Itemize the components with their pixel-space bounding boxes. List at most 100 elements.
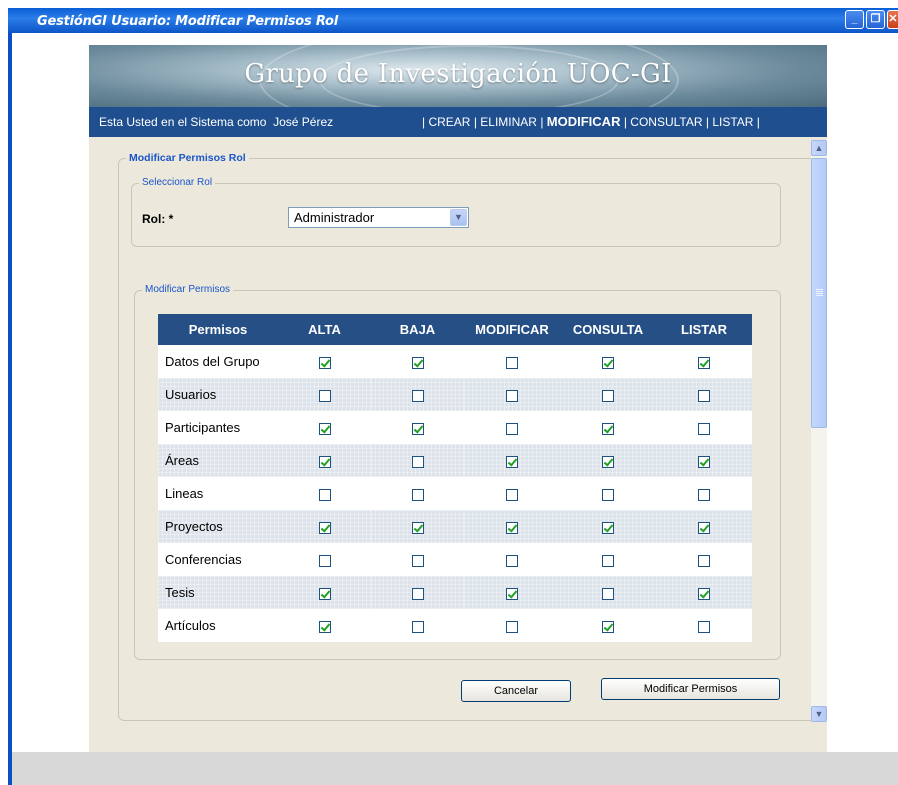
permission-cell-consulta [560, 510, 656, 543]
permission-cell-baja [371, 444, 464, 477]
checkbox-baja[interactable] [411, 422, 424, 435]
select-role-legend: Seleccionar Rol [139, 177, 216, 188]
checkbox-modificar[interactable] [506, 389, 518, 402]
checkbox-modificar[interactable] [506, 521, 518, 534]
nav-link-eliminar[interactable]: ELIMINAR [480, 115, 537, 129]
checkbox-listar[interactable] [698, 389, 710, 402]
checkbox-baja[interactable] [411, 620, 424, 633]
checkbox-consulta[interactable] [602, 455, 614, 468]
permission-cell-baja [371, 378, 464, 411]
col-header-consulta: CONSULTA [560, 314, 656, 345]
col-header-modificar: MODIFICAR [464, 314, 560, 345]
scroll-thumb[interactable] [811, 158, 827, 428]
checkbox-listar[interactable] [698, 587, 710, 600]
permission-cell-consulta [560, 411, 656, 444]
checkbox-alta[interactable] [318, 587, 331, 600]
checkbox-alta[interactable] [318, 455, 331, 468]
checkbox-baja[interactable] [411, 389, 424, 402]
permission-cell-modificar [464, 510, 560, 543]
permission-cell-modificar [464, 345, 560, 378]
table-row: Usuarios [158, 378, 752, 411]
checkbox-consulta[interactable] [602, 488, 614, 501]
checkbox-modificar[interactable] [506, 455, 518, 468]
session-username: José Pérez [273, 115, 334, 129]
checkbox-baja[interactable] [411, 488, 424, 501]
cancel-button[interactable]: Cancelar [461, 680, 571, 702]
session-user: Esta Usted en el Sistema como José Pérez [99, 115, 333, 129]
permissions-table: Permisos ALTA BAJA MODIFICAR CONSULTA LI… [158, 314, 752, 642]
checkbox-alta[interactable] [318, 356, 331, 369]
checkbox-modificar[interactable] [506, 488, 518, 501]
checkbox-listar[interactable] [698, 620, 710, 633]
checkbox-modificar[interactable] [506, 422, 518, 435]
permission-cell-modificar [464, 609, 560, 642]
scroll-grip [816, 293, 823, 294]
permission-cell-consulta [560, 345, 656, 378]
permission-cell-baja [371, 345, 464, 378]
checkbox-alta[interactable] [318, 422, 331, 435]
checkbox-baja[interactable] [411, 554, 424, 567]
permission-cell-consulta [560, 543, 656, 576]
close-button[interactable]: ✕ [887, 10, 898, 29]
checkbox-modificar[interactable] [506, 587, 518, 600]
permission-cell-consulta [560, 609, 656, 642]
nav-link-consultar[interactable]: CONSULTAR [630, 115, 702, 129]
checkbox-consulta[interactable] [602, 554, 614, 567]
checkbox-listar[interactable] [698, 554, 710, 567]
permissions-legend: Modificar Permisos [142, 284, 234, 295]
checkbox-listar[interactable] [698, 488, 710, 501]
table-row: Proyectos [158, 510, 752, 543]
permission-cell-baja [371, 543, 464, 576]
permission-cell-alta [278, 444, 371, 477]
modify-permissions-button[interactable]: Modificar Permisos [601, 678, 780, 700]
scroll-down-icon[interactable]: ▼ [811, 706, 827, 722]
checkbox-alta[interactable] [318, 554, 331, 567]
checkbox-modificar[interactable] [506, 620, 518, 633]
checkbox-consulta[interactable] [602, 389, 614, 402]
checkbox-listar[interactable] [698, 521, 710, 534]
permission-cell-listar [656, 444, 752, 477]
nav-separator: | [705, 115, 709, 129]
table-row: Áreas [158, 444, 752, 477]
checkbox-alta[interactable] [318, 521, 331, 534]
checkbox-baja[interactable] [411, 356, 424, 369]
checkbox-baja[interactable] [411, 455, 424, 468]
nav-separator: | [623, 115, 627, 129]
window-title: GestiónGI Usuario: Modificar Permisos Ro… [37, 14, 339, 29]
checkbox-modificar[interactable] [506, 356, 518, 369]
nav-links: | CREAR | ELIMINAR | MODIFICAR | CONSULT… [422, 114, 760, 129]
table-row: Tesis [158, 576, 752, 609]
col-header-baja: BAJA [371, 314, 464, 345]
table-header-row: Permisos ALTA BAJA MODIFICAR CONSULTA LI… [158, 314, 752, 345]
nav-link-modificar[interactable]: MODIFICAR [547, 114, 621, 129]
checkbox-modificar[interactable] [506, 554, 518, 567]
checkbox-listar[interactable] [698, 422, 710, 435]
checkbox-consulta[interactable] [602, 422, 614, 435]
table-row: Participantes [158, 411, 752, 444]
permission-cell-listar [656, 411, 752, 444]
nav-link-crear[interactable]: CREAR [428, 115, 470, 129]
checkbox-baja[interactable] [411, 587, 424, 600]
permissions-table-body: Datos del Grupo Usuarios Participantes Área… [158, 345, 752, 642]
rol-select[interactable]: Administrador ▼ [288, 207, 469, 228]
checkbox-alta[interactable] [318, 620, 331, 633]
checkbox-consulta[interactable] [602, 356, 614, 369]
checkbox-consulta[interactable] [602, 620, 614, 633]
checkbox-baja[interactable] [411, 521, 424, 534]
checkbox-alta[interactable] [318, 389, 331, 402]
permission-name: Proyectos [158, 510, 278, 543]
vertical-scrollbar[interactable]: ▲ ▼ [811, 140, 827, 722]
restore-button[interactable]: ❐ [866, 10, 885, 29]
checkbox-alta[interactable] [318, 488, 331, 501]
chevron-down-icon[interactable]: ▼ [450, 209, 467, 226]
permission-cell-consulta [560, 477, 656, 510]
checkbox-listar[interactable] [698, 455, 710, 468]
permission-cell-alta [278, 477, 371, 510]
nav-link-listar[interactable]: LISTAR [712, 115, 753, 129]
scroll-up-icon[interactable]: ▲ [811, 140, 827, 156]
minimize-button[interactable]: _ [845, 10, 864, 29]
checkbox-listar[interactable] [698, 356, 710, 369]
checkbox-consulta[interactable] [602, 521, 614, 534]
checkbox-consulta[interactable] [602, 587, 614, 600]
permission-cell-listar [656, 576, 752, 609]
